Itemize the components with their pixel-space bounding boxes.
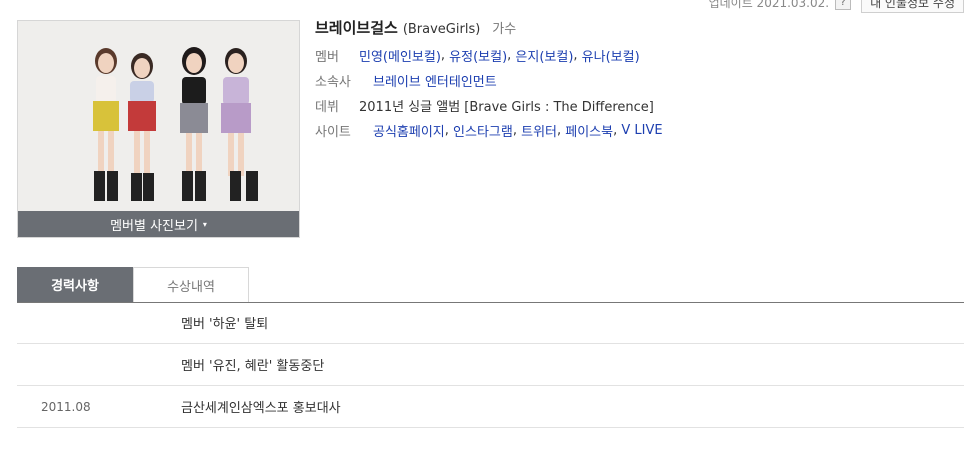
agency-label: 소속사 [315, 75, 351, 90]
updated-date: 업데이트 2021.03.02. [708, 0, 830, 10]
profile-photo[interactable]: 멤버별 사진보기 ▾ [17, 20, 300, 238]
artist-name-english: (BraveGirls) [402, 22, 481, 37]
member-link-4[interactable]: 유나(보컬) [582, 46, 640, 65]
member-photos-button[interactable]: 멤버별 사진보기 ▾ [18, 211, 299, 237]
tab-awards[interactable]: 수상내역 [133, 267, 249, 302]
member-photos-label: 멤버별 사진보기 [110, 218, 198, 234]
artist-role: 가수 [492, 22, 517, 37]
profile-tabs: 경력사항 수상내역 [17, 267, 964, 303]
help-icon[interactable]: ? [835, 0, 852, 10]
profile-info: 브레이브걸스 (BraveGirls) 가수 멤버 민영(메인보컬), 유정(보… [315, 17, 663, 143]
edit-profile-button[interactable]: 내 인물정보 수정 [861, 0, 964, 13]
agency-link[interactable]: 브레이브 엔터테인먼트 [373, 71, 497, 90]
member-link-2[interactable]: 유정(보컬) [449, 46, 507, 65]
members-row: 멤버 민영(메인보컬), 유정(보컬), 은지(보컬), 유나(보컬) [315, 46, 640, 65]
debut-label: 데뷔 [315, 100, 339, 115]
list-item: 2011.08 금산세계인삼엑스포 홍보대사 [17, 386, 964, 428]
career-date: 2011.08 [41, 399, 91, 414]
site-link-facebook[interactable]: 페이스북 [565, 121, 613, 140]
sites-row: 사이트 공식홈페이지, 인스타그램, 트위터, 페이스북, V LIVE [315, 121, 663, 140]
name-row: 브레이브걸스 (BraveGirls) 가수 [315, 17, 663, 43]
tab-career[interactable]: 경력사항 [17, 267, 133, 302]
career-text: 멤버 '유진, 혜란' 활동중단 [181, 359, 325, 374]
site-link-instagram[interactable]: 인스타그램 [453, 121, 513, 140]
list-item: 멤버 '하윤' 탈퇴 [17, 302, 964, 344]
site-link-vlive[interactable]: V LIVE [621, 123, 662, 138]
debut-value: 2011년 싱글 앨범 [Brave Girls : The Differenc… [359, 100, 654, 115]
site-link-official[interactable]: 공식홈페이지 [373, 121, 445, 140]
caret-down-icon: ▾ [202, 219, 207, 229]
career-text: 멤버 '하윤' 탈퇴 [181, 317, 269, 332]
artist-name: 브레이브걸스 [315, 19, 398, 37]
member-link-3[interactable]: 은지(보컬) [515, 46, 573, 65]
career-list: 멤버 '하윤' 탈퇴 멤버 '유진, 혜란' 활동중단 2011.08 금산세계… [17, 302, 964, 428]
members-label: 멤버 [315, 50, 339, 65]
sites-label: 사이트 [315, 125, 351, 140]
list-item: 멤버 '유진, 혜란' 활동중단 [17, 344, 964, 386]
group-photo-image [18, 21, 299, 211]
debut-row: 데뷔 2011년 싱글 앨범 [Brave Girls : The Differ… [315, 93, 663, 118]
site-link-twitter[interactable]: 트위터 [521, 121, 557, 140]
agency-row: 소속사 브레이브 엔터테인먼트 [315, 68, 663, 93]
top-bar: 업데이트 2021.03.02. ? 내 인물정보 수정 [709, 0, 964, 13]
member-link-1[interactable]: 민영(메인보컬) [359, 46, 441, 65]
career-text: 금산세계인삼엑스포 홍보대사 [181, 401, 341, 416]
